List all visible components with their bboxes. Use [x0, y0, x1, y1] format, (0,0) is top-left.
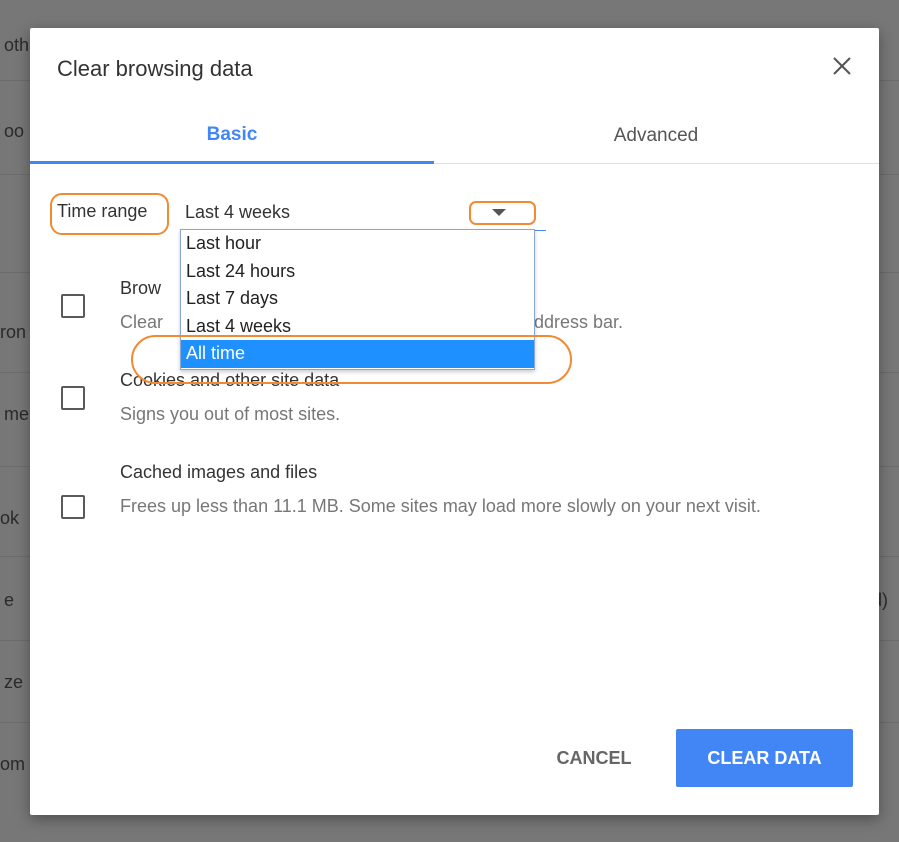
- close-icon: [833, 57, 851, 75]
- dropdown-arrow-icon[interactable]: [492, 209, 506, 216]
- time-range-dropdown-list: Last hour Last 24 hours Last 7 days Last…: [180, 229, 535, 370]
- dropdown-option-all-time[interactable]: All time: [181, 340, 534, 368]
- browsing-history-description-end: ddress bar.: [534, 312, 624, 332]
- dropdown-option-last-hour[interactable]: Last hour: [181, 230, 534, 258]
- dialog-title: Clear browsing data: [57, 56, 253, 81]
- browsing-history-checkbox[interactable]: [61, 294, 85, 318]
- clear-data-button[interactable]: CLEAR DATA: [676, 729, 853, 787]
- dropdown-option-last-4-weeks[interactable]: Last 4 weeks: [181, 313, 534, 341]
- cookies-description: Signs you out of most sites.: [120, 404, 341, 424]
- clear-browsing-data-dialog: Clear browsing data Basic Advanced Time …: [30, 28, 879, 815]
- cached-images-description: Frees up less than 11.1 MB. Some sites m…: [120, 496, 761, 516]
- close-button[interactable]: [828, 52, 856, 80]
- dropdown-option-last-7-days[interactable]: Last 7 days: [181, 285, 534, 313]
- bg-text-fragment: oo: [4, 121, 25, 141]
- tab-advanced[interactable]: Advanced: [454, 108, 858, 164]
- bg-text-fragment: oth: [4, 35, 30, 55]
- cookies-title: Cookies and other site data: [120, 370, 340, 390]
- bg-text-fragment: ok: [0, 508, 20, 528]
- cached-images-title: Cached images and files: [120, 462, 318, 482]
- cancel-button[interactable]: CANCEL: [538, 729, 650, 787]
- bg-text-fragment: e: [4, 590, 15, 610]
- tab-basic[interactable]: Basic: [30, 108, 434, 164]
- time-range-selected-value: Last 4 weeks: [185, 202, 291, 222]
- browsing-history-title: Brow: [120, 278, 162, 298]
- browsing-history-description-start: Clear: [120, 312, 164, 332]
- bg-text-fragment: ze: [4, 672, 24, 692]
- bg-text-fragment: me: [4, 404, 30, 424]
- time-range-select[interactable]: Last 4 weeks: [184, 201, 546, 231]
- cached-images-checkbox[interactable]: [61, 495, 85, 519]
- dropdown-option-last-24-hours[interactable]: Last 24 hours: [181, 258, 534, 286]
- cookies-checkbox[interactable]: [61, 386, 85, 410]
- bg-text-fragment: om: [0, 754, 26, 774]
- time-range-label: Time range: [57, 201, 148, 221]
- bg-text-fragment: ron: [0, 322, 27, 342]
- tab-bar: Basic Advanced: [30, 108, 879, 164]
